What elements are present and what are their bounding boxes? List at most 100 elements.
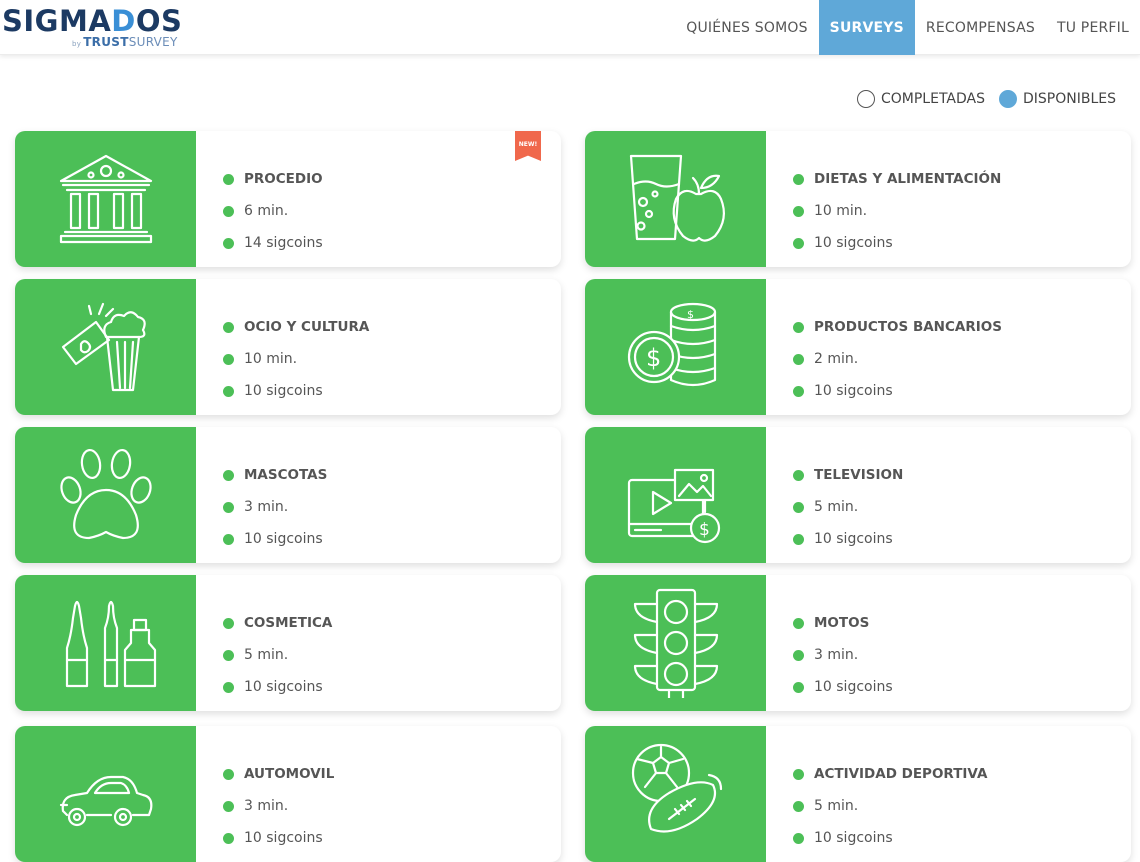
survey-reward-row: 10 sigcoins xyxy=(793,822,987,854)
survey-card[interactable]: DIETAS Y ALIMENTACIÓN 10 min. 10 sigcoin… xyxy=(585,131,1131,267)
survey-title: MOTOS xyxy=(814,615,870,631)
svg-text:$: $ xyxy=(687,308,694,321)
logo-wordmark: SIGMADOS xyxy=(2,4,183,38)
status-dot xyxy=(223,353,234,365)
bank-icon xyxy=(59,154,152,244)
survey-card[interactable]: MOTOS 3 min. 10 sigcoins xyxy=(585,575,1131,711)
survey-duration: 10 min. xyxy=(814,203,868,219)
status-dot xyxy=(793,205,804,217)
status-dot xyxy=(223,617,234,629)
survey-title: AUTOMOVIL xyxy=(244,766,335,782)
survey-duration-row: 10 min. xyxy=(223,343,369,375)
status-dot xyxy=(793,469,804,481)
status-dot xyxy=(223,832,234,844)
survey-reward-row: 10 sigcoins xyxy=(223,822,334,854)
survey-duration-row: 3 min. xyxy=(223,790,334,822)
survey-title-row: DIETAS Y ALIMENTACIÓN xyxy=(793,163,1001,195)
survey-filter: COMPLETADAS DISPONIBLES xyxy=(856,90,1116,108)
survey-reward-row: 10 sigcoins xyxy=(793,375,1002,407)
survey-title-row: AUTOMOVIL xyxy=(223,758,334,790)
survey-card[interactable]: AUTOMOVIL 3 min. 10 sigcoins xyxy=(15,726,561,862)
status-dot xyxy=(793,649,804,661)
nav-quienes-somos[interactable]: QUIÉNES SOMOS xyxy=(675,0,818,55)
traffic-light-icon xyxy=(633,588,718,698)
survey-duration: 5 min. xyxy=(814,798,859,814)
card-icon-area xyxy=(585,131,766,267)
survey-title: DIETAS Y ALIMENTACIÓN xyxy=(814,171,1002,187)
new-badge: NEW! xyxy=(515,131,541,161)
survey-duration-row: 3 min. xyxy=(793,639,893,671)
sigmados-logo[interactable]: SIGMADOS by TRUSTSURVEY xyxy=(2,3,182,53)
survey-reward-row: 10 sigcoins xyxy=(793,671,893,703)
survey-reward-row: 10 sigcoins xyxy=(793,227,1001,259)
survey-reward-row: 10 sigcoins xyxy=(223,671,332,703)
filter-disponibles[interactable]: DISPONIBLES xyxy=(999,90,1116,108)
survey-card[interactable]: $ TELEVISION 5 min. 10 sigcoins xyxy=(585,427,1131,563)
status-dot xyxy=(793,353,804,365)
status-dot xyxy=(223,469,234,481)
survey-reward-row: 14 sigcoins xyxy=(223,227,323,259)
survey-duration-row: 10 min. xyxy=(793,195,1001,227)
svg-text:$: $ xyxy=(699,520,710,540)
nav-surveys[interactable]: SURVEYS xyxy=(818,0,915,55)
status-dot xyxy=(793,617,804,629)
survey-card[interactable]: ACTIVIDAD DEPORTIVA 5 min. 10 sigcoins xyxy=(585,726,1131,862)
survey-reward: 10 sigcoins xyxy=(244,679,323,695)
survey-title-row: COSMETICA xyxy=(223,607,332,639)
status-dot xyxy=(793,321,804,333)
nav-tu-perfil[interactable]: TU PERFIL xyxy=(1046,0,1140,55)
survey-card[interactable]: $ $ PRODUCTOS BANCARIOS 2 min. 10 sigcoi… xyxy=(585,279,1131,415)
status-dot xyxy=(793,501,804,513)
card-icon-area: $ xyxy=(585,427,766,563)
radio-disponibles[interactable] xyxy=(999,90,1017,108)
survey-title-row: TELEVISION xyxy=(793,459,903,491)
survey-duration-row: 5 min. xyxy=(793,491,903,523)
status-dot xyxy=(793,237,804,249)
card-body: AUTOMOVIL 3 min. 10 sigcoins xyxy=(223,758,334,854)
cosmetic-bottles-icon xyxy=(65,600,156,688)
popcorn-icon xyxy=(61,302,146,392)
status-dot xyxy=(223,649,234,661)
status-dot xyxy=(793,800,804,812)
card-body: MOTOS 3 min. 10 sigcoins xyxy=(793,607,893,703)
card-body: COSMETICA 5 min. 10 sigcoins xyxy=(223,607,332,703)
card-body: OCIO Y CULTURA 10 min. 10 sigcoins xyxy=(223,311,369,407)
card-icon-area xyxy=(15,427,196,563)
survey-card[interactable]: PROCEDIO 6 min. 14 sigcoins NEW! xyxy=(15,131,561,267)
survey-reward: 10 sigcoins xyxy=(814,235,893,251)
survey-reward: 10 sigcoins xyxy=(244,830,323,846)
status-dot xyxy=(223,681,234,693)
survey-card[interactable]: COSMETICA 5 min. 10 sigcoins xyxy=(15,575,561,711)
card-icon-area xyxy=(15,131,196,267)
survey-title-row: PROCEDIO xyxy=(223,163,323,195)
main-nav: QUIÉNES SOMOS SURVEYS RECOMPENSAS TU PER… xyxy=(675,0,1140,55)
filter-completadas-label: COMPLETADAS xyxy=(880,91,985,107)
radio-completadas[interactable] xyxy=(856,90,875,108)
card-icon-area xyxy=(585,726,766,862)
nav-recompensas[interactable]: RECOMPENSAS xyxy=(915,0,1046,55)
survey-title: MASCOTAS xyxy=(244,467,328,483)
card-icon-area xyxy=(15,575,196,711)
survey-title: PRODUCTOS BANCARIOS xyxy=(814,319,1002,335)
survey-duration-row: 2 min. xyxy=(793,343,1002,375)
status-dot xyxy=(223,173,234,185)
survey-duration-row: 3 min. xyxy=(223,491,327,523)
survey-title-row: ACTIVIDAD DEPORTIVA xyxy=(793,758,987,790)
status-dot xyxy=(223,800,234,812)
survey-duration: 2 min. xyxy=(814,351,859,367)
survey-card[interactable]: OCIO Y CULTURA 10 min. 10 sigcoins xyxy=(15,279,561,415)
survey-duration: 3 min. xyxy=(244,798,289,814)
filter-disponibles-label: DISPONIBLES xyxy=(1023,91,1116,107)
card-icon-area xyxy=(15,279,196,415)
survey-reward: 10 sigcoins xyxy=(244,383,323,399)
survey-reward-row: 10 sigcoins xyxy=(223,375,369,407)
status-dot xyxy=(223,321,234,333)
survey-duration-row: 5 min. xyxy=(793,790,987,822)
top-header: SIGMADOS by TRUSTSURVEY QUIÉNES SOMOS SUR… xyxy=(0,0,1140,55)
status-dot xyxy=(223,768,234,780)
status-dot xyxy=(793,681,804,693)
survey-card[interactable]: MASCOTAS 3 min. 10 sigcoins xyxy=(15,427,561,563)
card-body: PRODUCTOS BANCARIOS 2 min. 10 sigcoins xyxy=(793,311,1002,407)
filter-completadas[interactable]: COMPLETADAS xyxy=(856,90,985,108)
status-dot xyxy=(223,501,234,513)
